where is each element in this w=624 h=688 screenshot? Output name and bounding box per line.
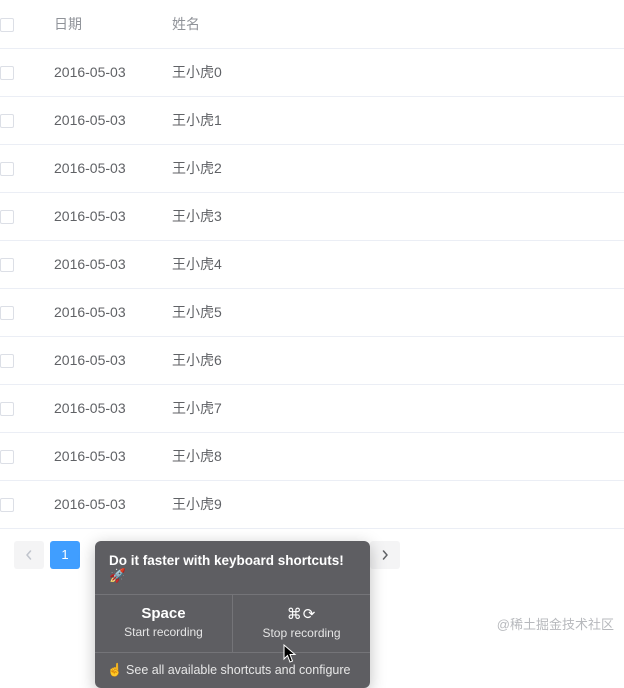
table-row[interactable]: 2016-05-03王小虎4	[0, 240, 624, 288]
row-checkbox[interactable]	[0, 210, 14, 224]
row-checkbox[interactable]	[0, 498, 14, 512]
start-label: Start recording	[124, 625, 203, 639]
shortcuts-tooltip: Do it faster with keyboard shortcuts! 🚀 …	[95, 541, 370, 688]
row-checkbox[interactable]	[0, 66, 14, 80]
chevron-right-icon	[380, 550, 390, 560]
stop-label: Stop recording	[262, 626, 340, 640]
cell-date: 2016-05-03	[54, 480, 172, 528]
table-row[interactable]: 2016-05-03王小虎0	[0, 48, 624, 96]
row-checkbox[interactable]	[0, 162, 14, 176]
start-recording-cell[interactable]: Space Start recording	[95, 595, 232, 652]
row-checkbox[interactable]	[0, 258, 14, 272]
table-row[interactable]: 2016-05-03王小虎6	[0, 336, 624, 384]
row-checkbox[interactable]	[0, 402, 14, 416]
cell-name: 王小虎4	[172, 240, 624, 288]
tooltip-footer-link[interactable]: ☝️ See all available shortcuts and confi…	[95, 652, 370, 688]
column-header-name[interactable]: 姓名	[172, 0, 624, 48]
cell-name: 王小虎5	[172, 288, 624, 336]
row-checkbox[interactable]	[0, 450, 14, 464]
cell-date: 2016-05-03	[54, 384, 172, 432]
select-all-checkbox[interactable]	[0, 18, 14, 32]
stop-key: ⌘⟳	[237, 605, 366, 623]
cell-name: 王小虎7	[172, 384, 624, 432]
table-header-row: 日期 姓名	[0, 0, 624, 48]
table-row[interactable]: 2016-05-03王小虎2	[0, 144, 624, 192]
cell-name: 王小虎2	[172, 144, 624, 192]
cell-name: 王小虎0	[172, 48, 624, 96]
table-row[interactable]: 2016-05-03王小虎1	[0, 96, 624, 144]
pagination-page-1[interactable]: 1	[50, 541, 80, 569]
cell-name: 王小虎9	[172, 480, 624, 528]
chevron-left-icon	[24, 550, 34, 560]
cell-date: 2016-05-03	[54, 96, 172, 144]
watermark: @稀土掘金技术社区	[497, 614, 614, 633]
cell-name: 王小虎3	[172, 192, 624, 240]
table-row[interactable]: 2016-05-03王小虎7	[0, 384, 624, 432]
cell-date: 2016-05-03	[54, 240, 172, 288]
cell-date: 2016-05-03	[54, 288, 172, 336]
table-row[interactable]: 2016-05-03王小虎3	[0, 192, 624, 240]
pagination-next[interactable]	[370, 541, 400, 569]
table-row[interactable]: 2016-05-03王小虎5	[0, 288, 624, 336]
table-row[interactable]: 2016-05-03王小虎9	[0, 480, 624, 528]
data-table: 日期 姓名 2016-05-03王小虎02016-05-03王小虎12016-0…	[0, 0, 624, 529]
cell-name: 王小虎8	[172, 432, 624, 480]
cell-date: 2016-05-03	[54, 432, 172, 480]
cell-date: 2016-05-03	[54, 48, 172, 96]
row-checkbox[interactable]	[0, 114, 14, 128]
cell-date: 2016-05-03	[54, 144, 172, 192]
cell-name: 王小虎6	[172, 336, 624, 384]
pagination-prev[interactable]	[14, 541, 44, 569]
table-row[interactable]: 2016-05-03王小虎8	[0, 432, 624, 480]
row-checkbox[interactable]	[0, 306, 14, 320]
stop-recording-cell[interactable]: ⌘⟳ Stop recording	[232, 595, 370, 652]
tooltip-title: Do it faster with keyboard shortcuts! 🚀	[95, 541, 370, 594]
cell-date: 2016-05-03	[54, 336, 172, 384]
cell-date: 2016-05-03	[54, 192, 172, 240]
row-checkbox[interactable]	[0, 354, 14, 368]
start-key: Space	[99, 605, 228, 622]
cell-name: 王小虎1	[172, 96, 624, 144]
column-header-date[interactable]: 日期	[54, 0, 172, 48]
